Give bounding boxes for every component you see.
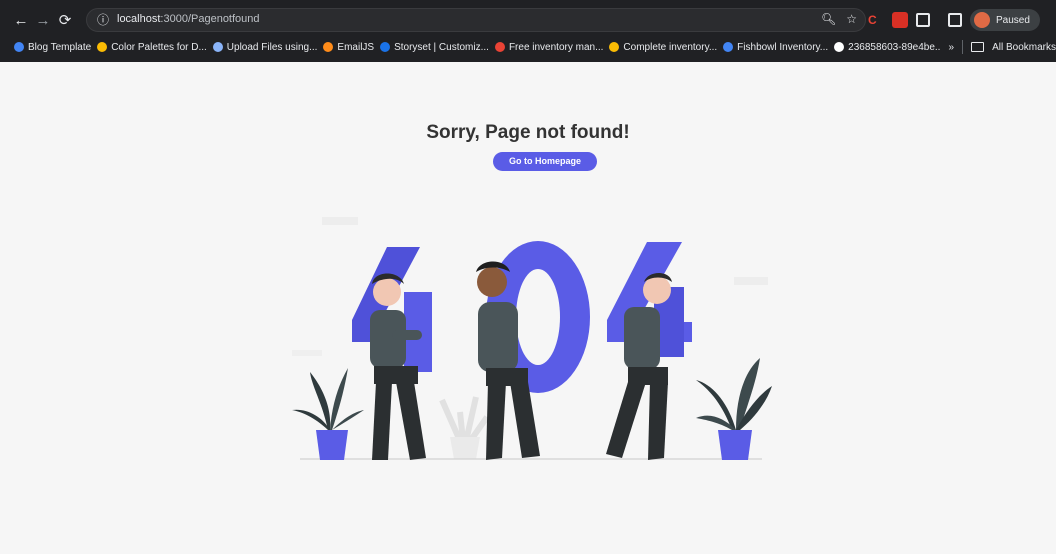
bookmark-item[interactable]: Storyset | Customiz... (380, 42, 495, 53)
bookmark-label: Upload Files using... (226, 41, 318, 53)
bookmark-item[interactable]: Blog Template (0, 42, 97, 53)
back-arrow-icon[interactable]: ← (10, 12, 32, 29)
bookmark-label: Complete inventory... (623, 41, 718, 53)
extensions-area: C Paused ⋮ (868, 8, 1056, 32)
bookmark-item[interactable]: Color Palettes for D... (97, 42, 213, 53)
bookmark-label: Storyset | Customiz... (394, 41, 489, 53)
bookmark-item[interactable]: EmailJS (323, 42, 380, 53)
all-bookmarks-label[interactable]: All Bookmarks (992, 42, 1056, 53)
address-bar[interactable]: ⓘ localhost:3000/Pagenotfound 🔍︎ ☆ (86, 8, 866, 32)
bookmark-label: EmailJS (337, 41, 375, 53)
bookmark-favicon-icon (834, 42, 845, 52)
forward-arrow-icon[interactable]: → (32, 12, 54, 29)
bookmark-favicon-icon (323, 42, 334, 52)
bookmark-item[interactable]: Fishbowl Inventory... (723, 42, 834, 53)
bookmarks-bar-right: » All Bookmarks (940, 36, 1056, 58)
url-path: :3000/Pagenotfound (160, 13, 260, 25)
bookmark-favicon-icon (212, 42, 223, 52)
bookmark-favicon-icon (380, 42, 391, 52)
extension-red-icon[interactable] (892, 12, 908, 28)
url-host: localhost (117, 13, 161, 25)
bookmark-favicon-icon (97, 42, 108, 52)
page-title: Sorry, Page not found! (426, 122, 630, 143)
sidepanel-icon[interactable] (948, 13, 962, 27)
right-plant-icon (696, 358, 772, 460)
more-bookmarks-chevron-icon[interactable]: » (949, 42, 955, 53)
star-icon[interactable]: ☆ (846, 12, 857, 26)
profile-status: Paused (996, 14, 1030, 26)
bookmark-label: Blog Template (28, 41, 92, 53)
url-text[interactable]: localhost:3000/Pagenotfound (117, 13, 260, 25)
bookmark-label: Fishbowl Inventory... (737, 41, 829, 53)
site-info-icon[interactable]: ⓘ (95, 12, 111, 28)
browser-chrome: ← → ⟳ ⓘ localhost:3000/Pagenotfound 🔍︎ ☆… (0, 0, 1056, 62)
bookmark-favicon-icon (609, 42, 620, 52)
bookmark-favicon-icon (494, 42, 505, 52)
divider (962, 40, 964, 54)
extension-c-icon[interactable]: C (868, 12, 884, 28)
profile-button[interactable]: Paused (970, 9, 1040, 31)
go-to-homepage-button[interactable]: Go to Homepage (493, 152, 597, 171)
zoom-icon[interactable]: 🔍︎ (821, 12, 836, 26)
nav-controls: ← → ⟳ (10, 8, 76, 32)
bookmark-label: Free inventory man... (508, 41, 604, 53)
left-plant-icon (292, 368, 364, 460)
bookmarks-bar: Blog Template Color Palettes for D... Up… (0, 36, 1056, 58)
bookmark-label: 236858603-89e4be... (848, 41, 944, 53)
bookmark-item[interactable]: Free inventory man... (494, 41, 609, 53)
avatar (974, 12, 990, 28)
bookmark-label: Color Palettes for D... (111, 41, 207, 53)
folder-icon (971, 42, 985, 52)
bookmark-item[interactable]: Complete inventory... (609, 42, 723, 53)
reload-icon[interactable]: ⟳ (54, 11, 76, 29)
bookmark-item[interactable]: 236858603-89e4be... (834, 42, 949, 53)
bookmark-favicon-icon (14, 42, 24, 52)
404-illustration (292, 217, 772, 460)
puzzle-extensions-icon[interactable] (916, 13, 930, 27)
bookmark-item[interactable]: Upload Files using... (212, 41, 324, 53)
bookmark-favicon-icon (723, 42, 734, 52)
center-plant-icon (439, 396, 490, 459)
omnibox-actions: 🔍︎ ☆ (821, 12, 857, 26)
